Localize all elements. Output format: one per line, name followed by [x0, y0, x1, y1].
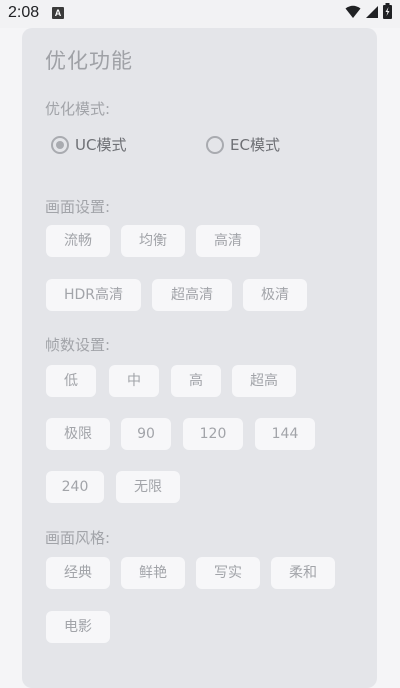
image-option-ultra-hd[interactable]: 超高清	[152, 279, 232, 311]
frame-settings-label: 帧数设置:	[45, 336, 111, 354]
status-time: 2:08	[8, 4, 40, 21]
optimization-panel: 优化功能 优化模式: UC模式 EC模式 画面设置: 流畅 均衡 高清 HDR高…	[22, 28, 377, 688]
optimization-mode-label: 优化模式:	[45, 100, 111, 118]
frame-option-high[interactable]: 高	[171, 365, 221, 397]
image-option-hdr-hd[interactable]: HDR高清	[46, 279, 141, 311]
style-option-soft[interactable]: 柔和	[271, 557, 335, 589]
frame-option-144[interactable]: 144	[255, 418, 315, 450]
radio-ec-mode-label: EC模式	[230, 136, 280, 154]
radio-uc-mode-label: UC模式	[75, 136, 127, 154]
radio-selected-icon	[51, 135, 69, 154]
image-style-label: 画面风格:	[45, 529, 111, 547]
frame-option-120[interactable]: 120	[183, 418, 243, 450]
frame-option-ultra[interactable]: 超高	[232, 365, 296, 397]
frame-option-90[interactable]: 90	[121, 418, 171, 450]
image-option-extreme-hd[interactable]: 极清	[243, 279, 307, 311]
image-option-fluent[interactable]: 流畅	[46, 225, 110, 257]
style-option-classic[interactable]: 经典	[46, 557, 110, 589]
status-bar: 2:08 A	[0, 0, 400, 28]
radio-uc-mode[interactable]: UC模式	[51, 134, 126, 155]
image-option-balanced[interactable]: 均衡	[121, 225, 185, 257]
wifi-icon	[345, 4, 361, 23]
image-settings-label: 画面设置:	[45, 198, 111, 216]
frame-option-240[interactable]: 240	[46, 471, 104, 503]
panel-title: 优化功能	[45, 49, 133, 73]
frame-option-medium[interactable]: 中	[109, 365, 159, 397]
status-icons	[345, 3, 392, 23]
image-option-hd[interactable]: 高清	[196, 225, 260, 257]
signal-icon	[365, 4, 379, 23]
radio-unselected-icon	[206, 135, 224, 154]
radio-ec-mode[interactable]: EC模式	[206, 134, 280, 155]
frame-option-unlimited[interactable]: 无限	[116, 471, 180, 503]
frame-option-limit[interactable]: 极限	[46, 418, 110, 450]
frame-option-low[interactable]: 低	[46, 365, 96, 397]
style-option-vivid[interactable]: 鲜艳	[121, 557, 185, 589]
style-option-realistic[interactable]: 写实	[196, 557, 260, 589]
style-option-movie[interactable]: 电影	[46, 611, 110, 643]
battery-icon	[383, 3, 392, 23]
notification-icon: A	[52, 7, 64, 19]
